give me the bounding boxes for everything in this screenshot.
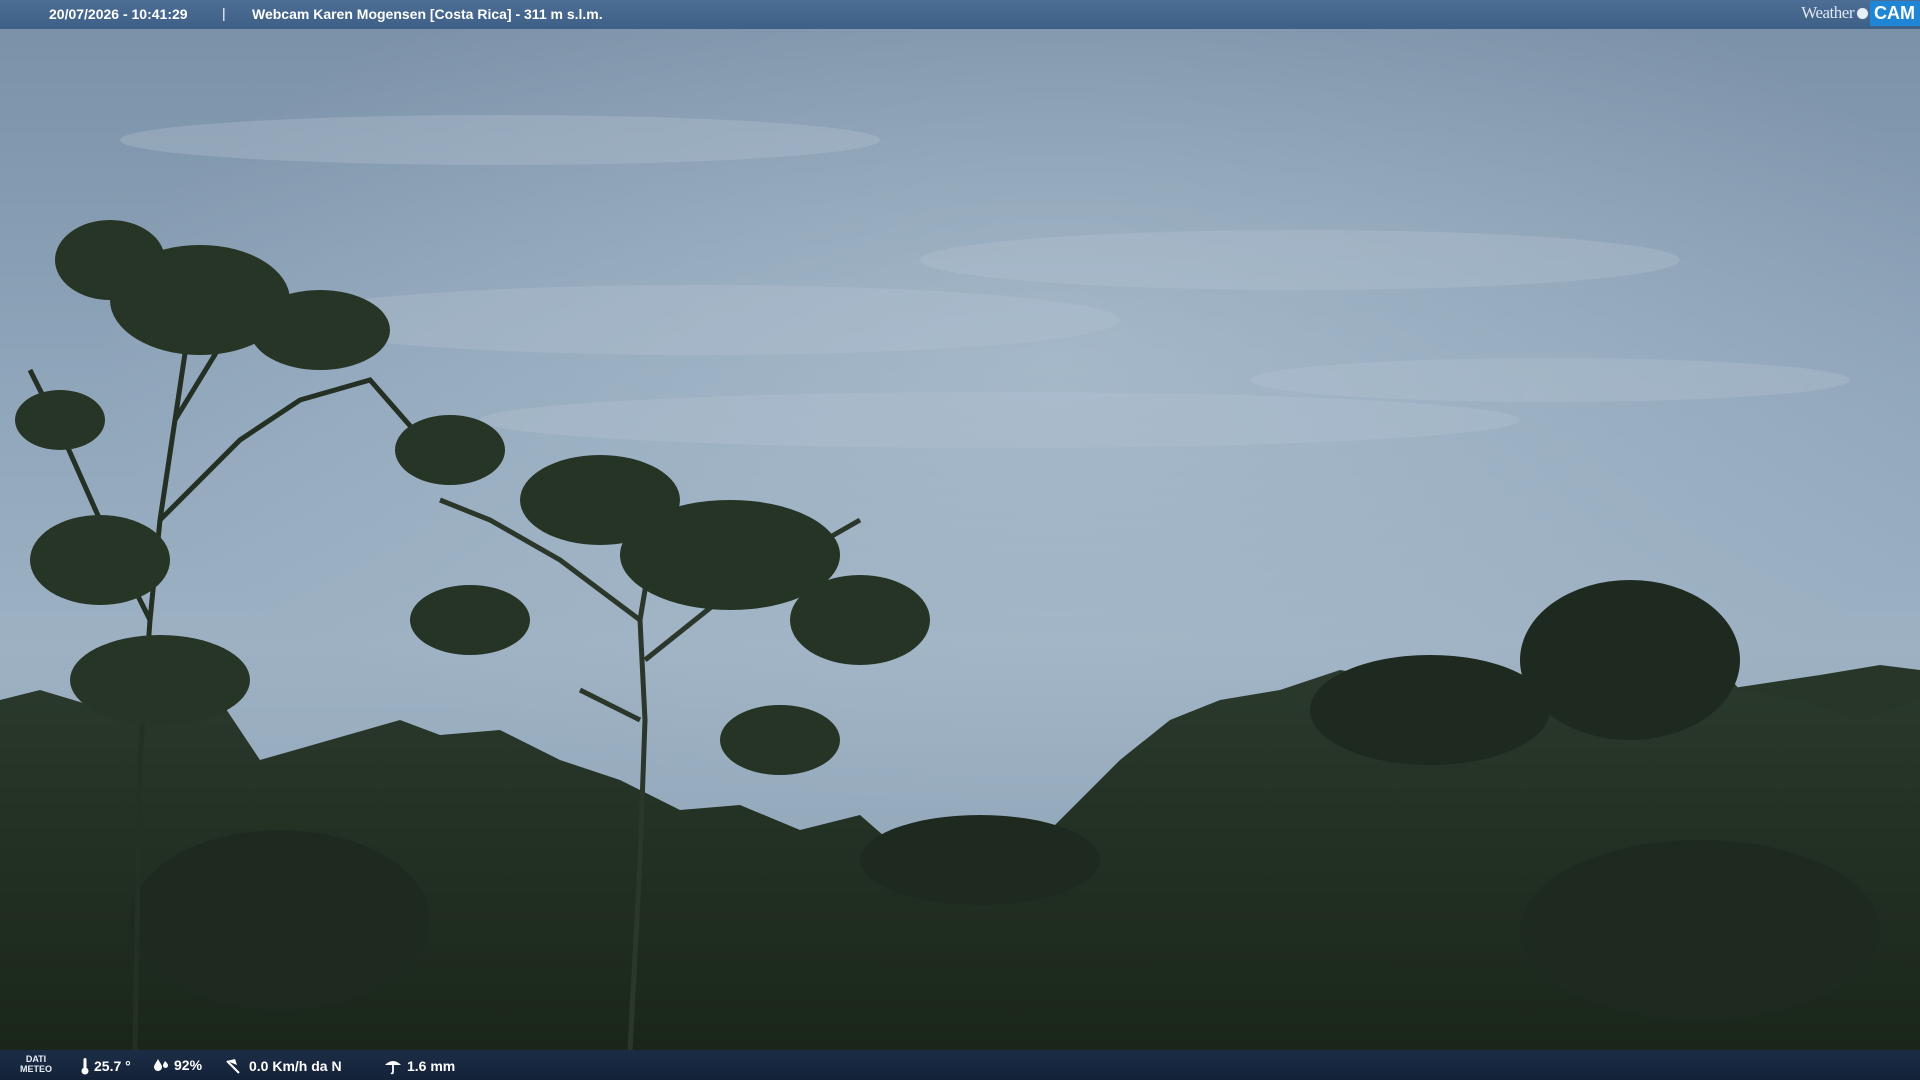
header-separator: |: [222, 5, 226, 21]
temperature-readout: 25.7 °: [80, 1057, 131, 1075]
wind-value: 0.0 Km/h da N: [249, 1058, 342, 1074]
header-bar: 20/07/2026 - 10:41:29 | Webcam Karen Mog…: [0, 0, 1920, 29]
dati-label-line1: DATI: [25, 1054, 47, 1064]
dati-meteo-label: DATI METEO: [20, 1054, 52, 1074]
rain-gauge-icon: [385, 1061, 401, 1075]
wind-icon: [226, 1059, 240, 1074]
humidity-readout: 92%: [152, 1057, 202, 1073]
wind-readout: 0.0 Km/h da N: [225, 1057, 342, 1075]
logo-text-weather: Weather: [1801, 3, 1854, 22]
rain-readout: 1.6 mm: [383, 1057, 455, 1075]
humidity-value: 92%: [174, 1057, 203, 1073]
weather-data-bar: DATI METEO 25.7 ° 92% 0.0 Km/h da N 1.6 …: [0, 1050, 1920, 1080]
weathercam-logo[interactable]: Weather CAM: [1801, 0, 1920, 26]
thermometer-icon: [81, 1058, 89, 1075]
timestamp: 20/07/2026 - 10:41:29: [49, 6, 188, 22]
webcam-scene: [0, 0, 1920, 1080]
dati-label-line2: METEO: [20, 1064, 53, 1074]
temperature-value: 25.7 °: [94, 1058, 131, 1074]
logo-dot-icon: [1856, 6, 1869, 20]
logo-text-cam: CAM: [1870, 0, 1920, 26]
rain-value: 1.6 mm: [407, 1058, 456, 1074]
humidity-drop-icon: [154, 1059, 168, 1071]
camera-title: Webcam Karen Mogensen [Costa Rica] - 311…: [252, 6, 603, 22]
